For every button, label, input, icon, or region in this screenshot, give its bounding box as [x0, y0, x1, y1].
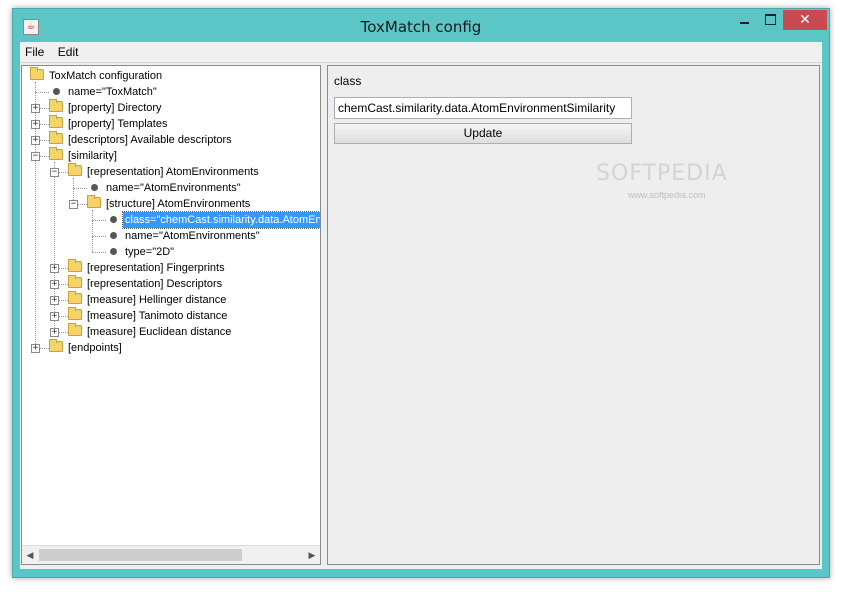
expand-node-icon[interactable]: + [50, 296, 59, 305]
close-icon: ✕ [799, 12, 811, 28]
tree-node-label: [measure] Hellinger distance [87, 294, 227, 306]
tree-folder-node[interactable]: ToxMatch configuration [30, 67, 164, 84]
tree-node-label: class="chemCast.similarity.data.AtomEnvi [122, 211, 320, 229]
maximize-button[interactable] [757, 10, 783, 30]
folder-icon [68, 275, 82, 288]
expand-node-icon[interactable]: + [31, 136, 40, 145]
horizontal-scrollbar[interactable]: ◀ ▶ [22, 545, 320, 564]
tree-node-label: name="AtomEnvironments" [106, 182, 241, 194]
folder-icon [68, 323, 82, 336]
update-button[interactable]: Update [334, 123, 632, 144]
split-pane-divider[interactable] [322, 65, 326, 565]
folder-icon [49, 115, 63, 128]
tree-node-label: [measure] Tanimoto distance [87, 310, 228, 322]
tree-folder-node[interactable]: [property] Directory [49, 99, 164, 116]
leaf-bullet-icon [110, 248, 117, 255]
tree-folder-node[interactable]: [property] Templates [49, 115, 169, 132]
scroll-left-icon[interactable]: ◀ [22, 546, 38, 564]
tree-node-label: [representation] Fingerprints [87, 262, 225, 274]
folder-icon [49, 147, 63, 160]
tree-folder-node[interactable]: [descriptors] Available descriptors [49, 131, 234, 148]
folder-icon [68, 163, 82, 176]
tree-leaf-node[interactable]: name="AtomEnvironments" [87, 180, 243, 196]
collapse-node-icon[interactable]: − [69, 200, 78, 209]
leaf-bullet-icon [91, 184, 98, 191]
tree-node-label: [structure] AtomEnvironments [106, 198, 251, 210]
tree-folder-node[interactable]: [representation] Fingerprints [68, 259, 227, 276]
tree-node-label: name="ToxMatch" [68, 86, 157, 98]
tree-node-label: [representation] Descriptors [87, 278, 223, 290]
tree-folder-node[interactable]: [structure] AtomEnvironments [87, 195, 252, 212]
tree-node-label: [measure] Euclidean distance [87, 326, 232, 338]
tree-node-label: [descriptors] Available descriptors [68, 134, 232, 146]
app-window: ☕ ToxMatch config ✕ File Edit ToxMatch c… [12, 8, 830, 578]
tree-connector-line [92, 220, 106, 221]
folder-icon [49, 99, 63, 112]
field-label: class [334, 74, 362, 88]
close-button[interactable]: ✕ [783, 10, 827, 30]
title-bar[interactable]: ☕ ToxMatch config ✕ [13, 9, 829, 43]
minimize-button[interactable] [731, 10, 757, 30]
expand-node-icon[interactable]: + [50, 328, 59, 337]
config-tree: ToxMatch configuration name="ToxMatch" + [p… [22, 66, 320, 544]
property-editor-panel: class chemCast.similarity.data.AtomEnvir… [327, 65, 820, 565]
folder-icon [68, 291, 82, 304]
tree-folder-node[interactable]: [endpoints] [49, 339, 124, 356]
tree-folder-node[interactable]: [measure] Euclidean distance [68, 323, 233, 340]
scrollbar-thumb[interactable] [39, 549, 242, 561]
tree-node-label: [similarity] [68, 150, 117, 162]
tree-connector-line [92, 210, 93, 252]
collapse-node-icon[interactable]: − [31, 152, 40, 161]
folder-icon [87, 195, 101, 208]
folder-icon [49, 131, 63, 144]
maximize-icon [764, 14, 776, 25]
minimize-icon [739, 21, 749, 24]
tree-folder-node[interactable]: [measure] Hellinger distance [68, 291, 228, 308]
tree-node-label: ToxMatch configuration [49, 70, 163, 82]
tree-folder-node[interactable]: [representation] Descriptors [68, 275, 224, 292]
menu-file[interactable]: File [21, 42, 48, 62]
tree-node-label: [property] Directory [68, 102, 162, 114]
tree-leaf-node[interactable]: name="AtomEnvironments" [106, 228, 262, 244]
expand-node-icon[interactable]: + [31, 104, 40, 113]
tree-leaf-node[interactable]: class="chemCast.similarity.data.AtomEnvi [106, 211, 320, 229]
tree-folder-node[interactable]: [similarity] [49, 147, 119, 164]
tree-node-label: [endpoints] [68, 342, 122, 354]
folder-icon [49, 339, 63, 352]
tree-connector-line [73, 188, 87, 189]
folder-icon [68, 307, 82, 320]
tree-node-label: type="2D" [125, 246, 175, 258]
expand-node-icon[interactable]: + [50, 280, 59, 289]
leaf-bullet-icon [53, 88, 60, 95]
tree-connector-line [92, 236, 106, 237]
watermark-logo: SOFTPEDIA [596, 161, 728, 186]
tree-leaf-node[interactable]: type="2D" [106, 244, 176, 260]
tree-connector-line [54, 162, 55, 332]
leaf-bullet-icon [110, 232, 117, 239]
expand-node-icon[interactable]: + [31, 120, 40, 129]
collapse-node-icon[interactable]: − [50, 168, 59, 177]
leaf-bullet-icon [110, 216, 117, 223]
tree-folder-node[interactable]: [measure] Tanimoto distance [68, 307, 229, 324]
config-tree-panel: ToxMatch configuration name="ToxMatch" + [p… [21, 65, 321, 565]
tree-node-label: name="AtomEnvironments" [125, 230, 260, 242]
menu-bar: File Edit [20, 42, 822, 63]
folder-icon [30, 67, 44, 80]
folder-icon [68, 259, 82, 272]
watermark-url: www.softpedia.com [628, 190, 706, 200]
tree-node-label: [representation] AtomEnvironments [87, 166, 259, 178]
main-content: ToxMatch configuration name="ToxMatch" + [p… [20, 63, 822, 569]
class-value-input[interactable]: chemCast.similarity.data.AtomEnvironment… [334, 97, 632, 119]
tree-folder-node[interactable]: [representation] AtomEnvironments [68, 163, 261, 180]
tree-node-label: [property] Templates [68, 118, 168, 130]
tree-leaf-node[interactable]: name="ToxMatch" [49, 84, 159, 100]
menu-edit[interactable]: Edit [54, 42, 83, 62]
scroll-right-icon[interactable]: ▶ [304, 546, 320, 564]
window-title: ToxMatch config [360, 18, 482, 36]
expand-node-icon[interactable]: + [50, 312, 59, 321]
tree-connector-line [92, 252, 106, 253]
expand-node-icon[interactable]: + [31, 344, 40, 353]
tree-connector-line [35, 92, 49, 93]
expand-node-icon[interactable]: + [50, 264, 59, 273]
